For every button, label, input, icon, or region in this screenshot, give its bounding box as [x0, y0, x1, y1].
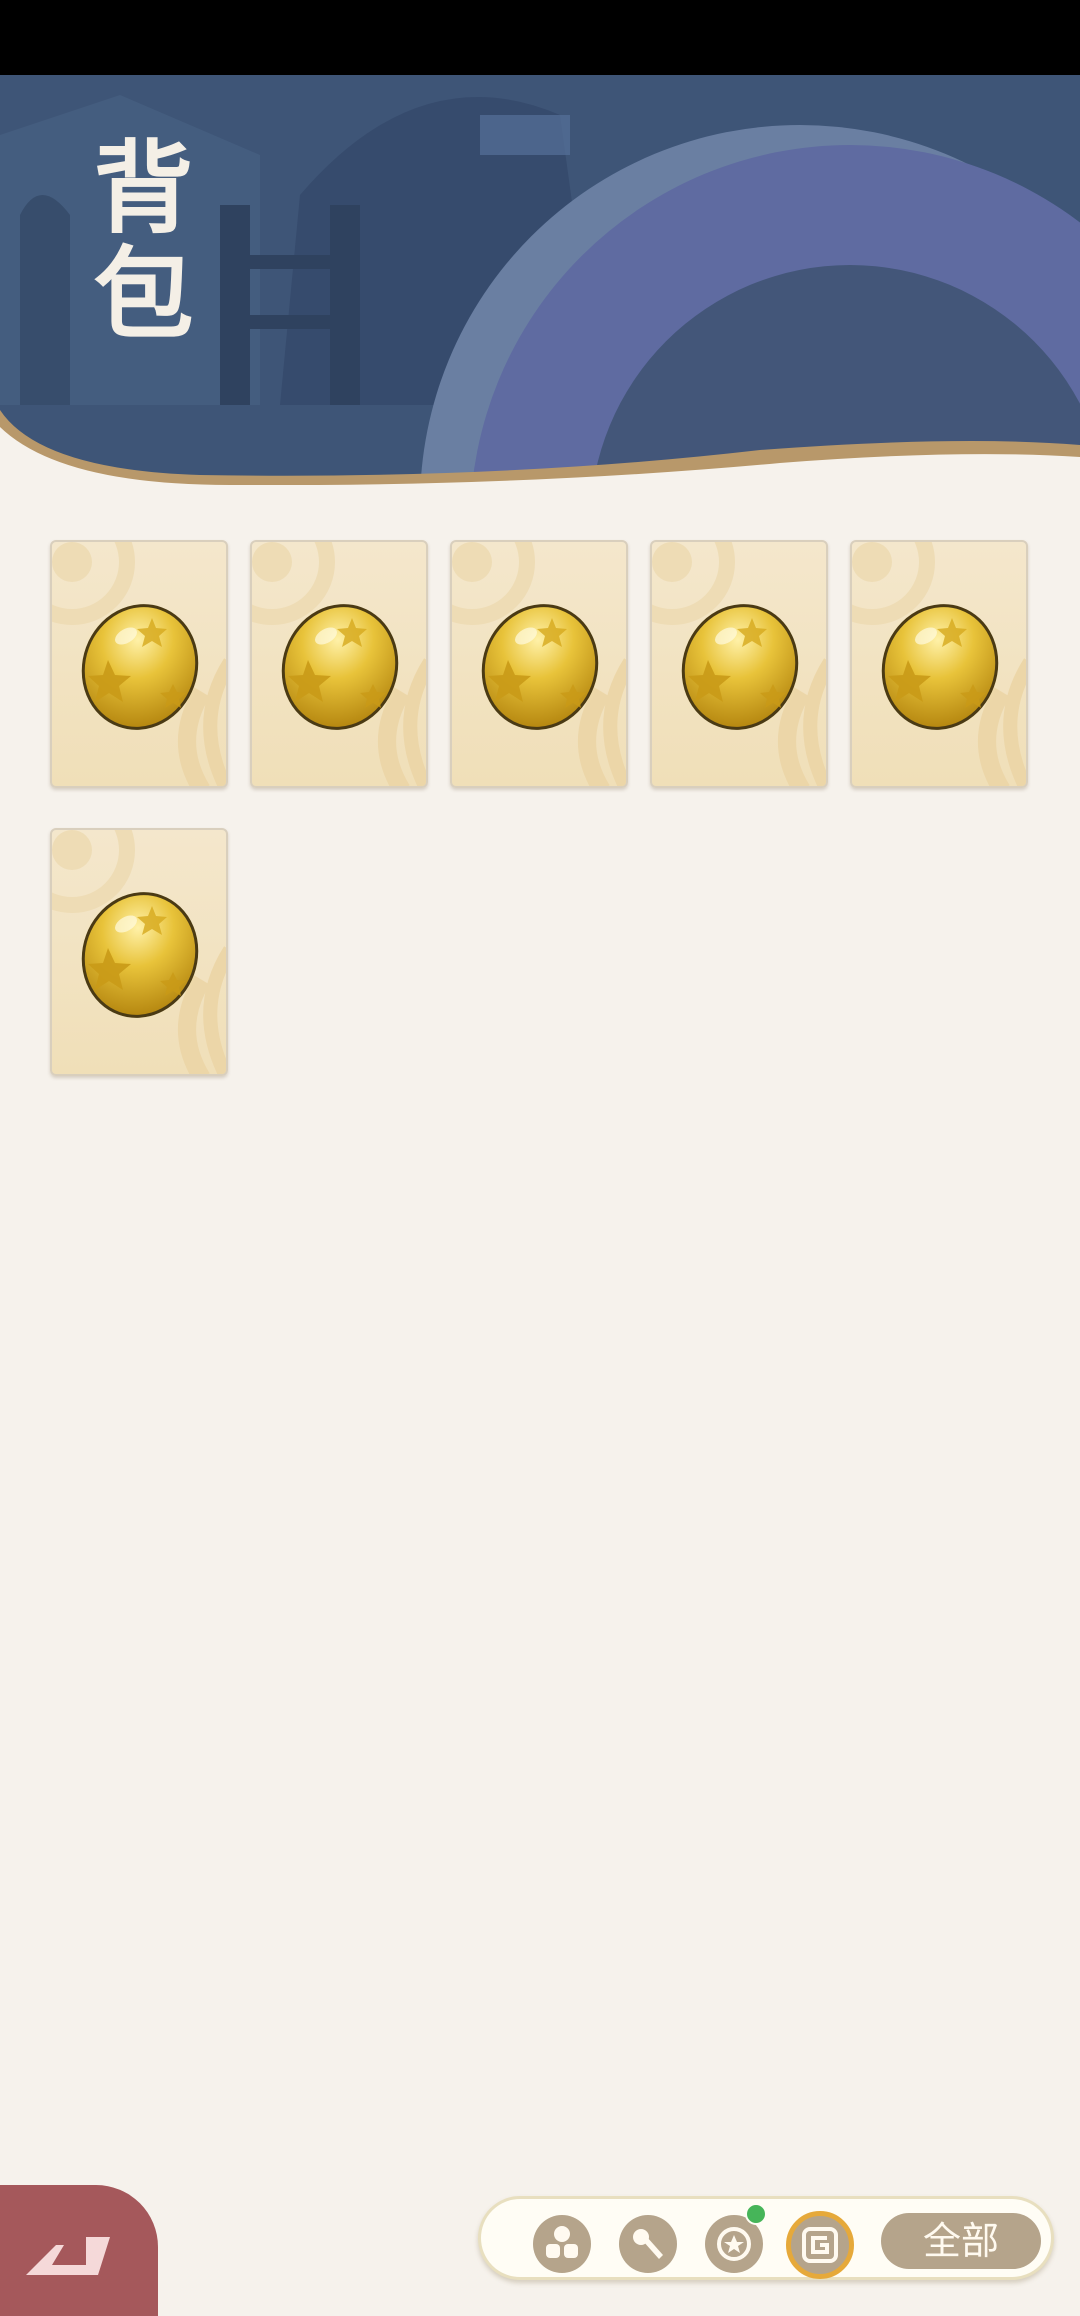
inventory-item-card[interactable] — [50, 540, 228, 788]
inventory-item-card[interactable] — [50, 828, 228, 1076]
filter-badges-button[interactable] — [705, 2203, 767, 2273]
filter-bar: 全部 — [478, 2196, 1054, 2280]
inventory-item-card[interactable] — [450, 540, 628, 788]
filter-tools-button[interactable] — [619, 2215, 677, 2273]
page-title: 背包 — [76, 135, 194, 347]
golden-star-egg-icon — [78, 601, 202, 733]
spiral-icon — [802, 2227, 838, 2263]
golden-star-egg-icon — [278, 601, 402, 733]
inventory-item-card[interactable] — [850, 540, 1028, 788]
filter-all-button[interactable]: 全部 — [881, 2213, 1041, 2269]
notification-dot — [745, 2203, 767, 2225]
back-arrow-icon — [26, 2237, 110, 2275]
golden-star-egg-icon — [878, 601, 1002, 733]
items-icon — [546, 2226, 578, 2258]
back-button[interactable] — [0, 2185, 158, 2316]
filter-items-button[interactable] — [533, 2215, 591, 2273]
golden-star-egg-icon — [478, 601, 602, 733]
backpack-screen: 背包 全部 — [0, 0, 1080, 2316]
inventory-item-card[interactable] — [250, 540, 428, 788]
filter-spiral-button[interactable] — [786, 2211, 854, 2279]
tool-icon — [633, 2229, 663, 2259]
inventory-item-card[interactable] — [650, 540, 828, 788]
status-bar — [0, 0, 1080, 75]
golden-star-egg-icon — [78, 889, 202, 1021]
golden-star-egg-icon — [678, 601, 802, 733]
header-banner: 背包 — [0, 75, 1080, 485]
